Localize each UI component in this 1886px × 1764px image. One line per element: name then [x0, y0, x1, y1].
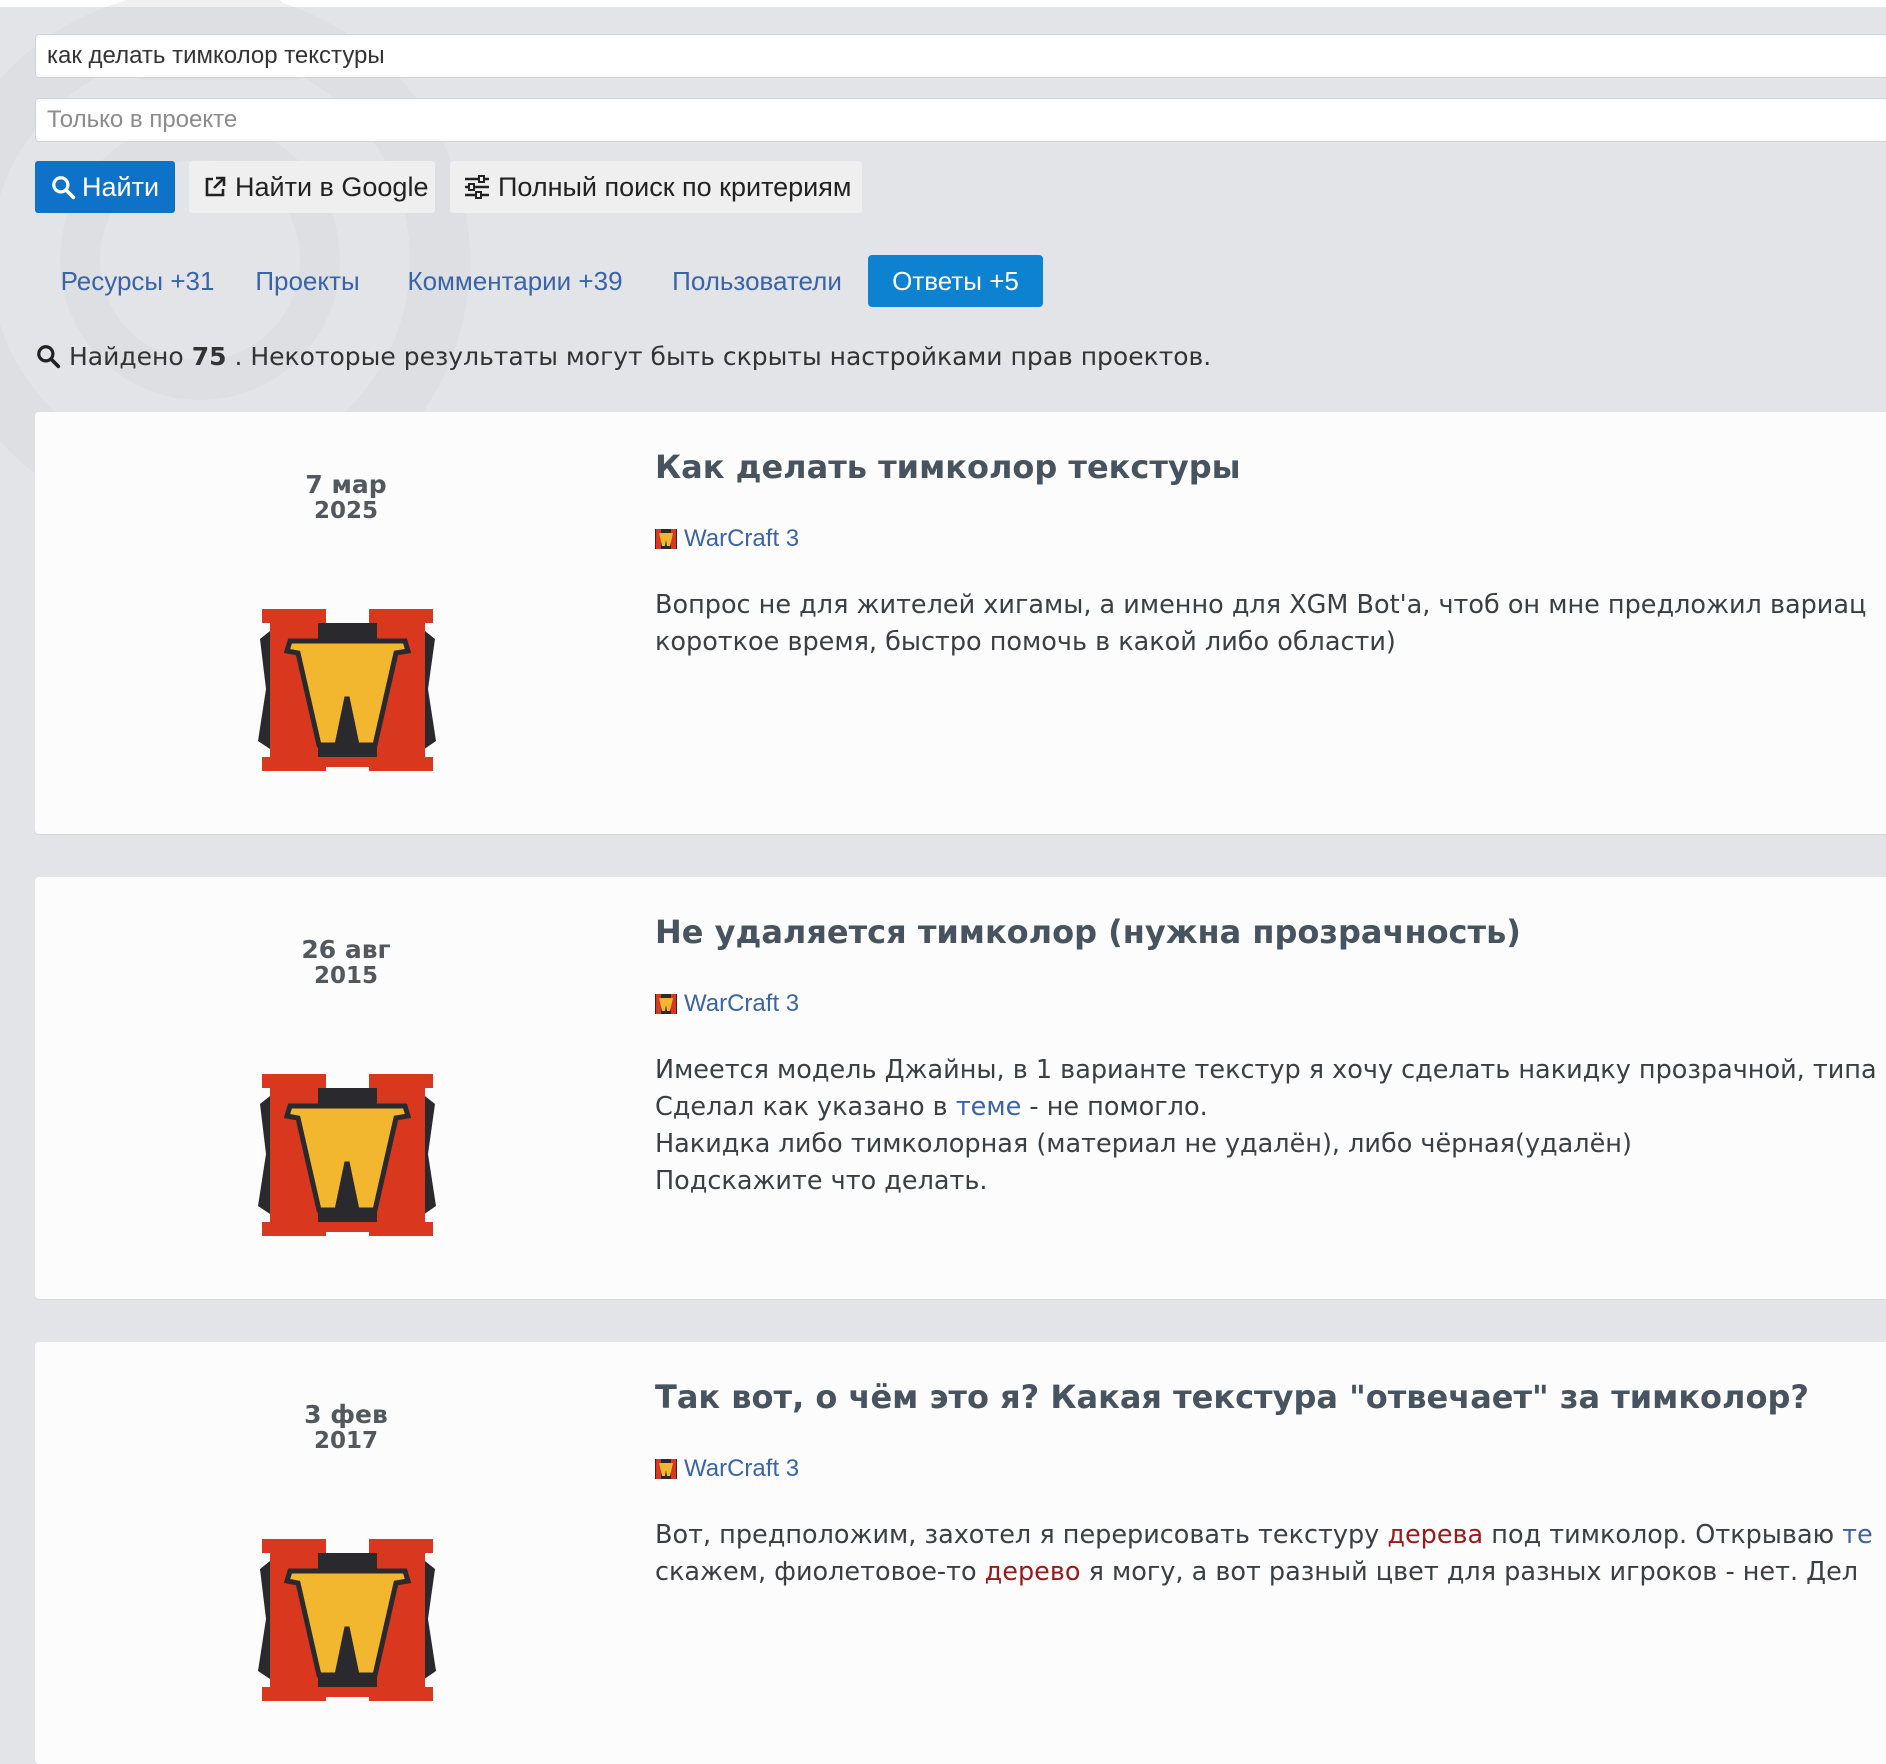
result-card: 7 мар 2025 Как делать тимколор текстуры … — [35, 412, 1886, 834]
external-link-icon — [205, 176, 226, 197]
sliders-icon — [465, 175, 489, 199]
warcraft3-small-icon — [655, 529, 677, 549]
tab-users[interactable]: Пользователи — [652, 255, 862, 307]
warcraft3-logo-icon[interactable] — [250, 1539, 445, 1701]
summary-prefix: Найдено — [69, 341, 184, 371]
find-button[interactable]: Найти — [35, 161, 175, 213]
result-snippet: Вот, предположим, захотел я перерисовать… — [655, 1517, 1886, 1591]
result-card: 26 авг 2015 Не удаляется тимколор (нужна… — [35, 877, 1886, 1299]
snippet-line: Имеется модель Джайны, в 1 варианте текс… — [655, 1055, 1877, 1085]
tab-answers[interactable]: Ответы +5 — [868, 255, 1043, 307]
full-search-label: Полный поиск по критериям — [498, 171, 852, 202]
warcraft3-logo-icon[interactable] — [250, 1074, 445, 1236]
result-project-link[interactable]: WarCraft 3 — [655, 1454, 799, 1484]
result-date-day: 7 мар — [305, 470, 387, 499]
result-card: 3 фев 2017 Так вот, о чём это я? Какая т… — [35, 1342, 1886, 1764]
project-filter-input[interactable] — [35, 98, 1886, 142]
snippet-line: Вопрос не для жителей хигамы, а именно д… — [655, 590, 1867, 620]
snippet-text: - не помогло. — [1021, 1092, 1208, 1122]
tab-resources[interactable]: Ресурсы +31 — [41, 255, 234, 307]
snippet-text: я могу, а вот разный цвет для разных игр… — [1080, 1557, 1859, 1587]
google-search-label: Найти в Google — [235, 171, 429, 202]
warcraft3-small-icon — [655, 994, 677, 1014]
highlight-word[interactable]: дерево — [985, 1557, 1081, 1587]
result-date-day: 3 фев — [304, 1400, 388, 1429]
result-project-name: WarCraft 3 — [684, 990, 800, 1017]
result-project-link[interactable]: WarCraft 3 — [655, 524, 799, 554]
topic-link[interactable]: теме — [956, 1092, 1021, 1122]
tab-comments[interactable]: Комментарии +39 — [386, 255, 644, 307]
snippet-link[interactable]: те — [1842, 1520, 1873, 1550]
results-summary: Найдено 75 . Некоторые результаты могут … — [35, 338, 1211, 374]
warcraft3-logo-icon[interactable] — [250, 609, 445, 771]
result-date-year: 2015 — [313, 963, 378, 989]
snippet-line: Сделал как указано в теме - не помогло. — [655, 1089, 1886, 1126]
result-date: 26 авг 2015 — [35, 935, 657, 990]
result-snippet: Вопрос не для жителей хигамы, а именно д… — [655, 587, 1886, 661]
snippet-text: скажем, фиолетовое-то — [655, 1557, 985, 1587]
snippet-line: Вот, предположим, захотел я перерисовать… — [655, 1517, 1886, 1554]
search-icon — [52, 176, 76, 200]
result-date-year: 2017 — [313, 1428, 378, 1454]
snippet-line: скажем, фиолетовое-то дерево я могу, а в… — [655, 1554, 1886, 1591]
find-button-label: Найти — [82, 171, 160, 202]
snippet-line: короткое время, быстро помочь в какой ли… — [655, 627, 1396, 657]
summary-suffix: . Некоторые результаты могут быть скрыты… — [234, 341, 1212, 371]
search-icon — [37, 345, 61, 369]
snippet-text: под тимколор. Открываю — [1483, 1520, 1843, 1550]
google-search-button[interactable]: Найти в Google — [189, 161, 435, 213]
summary-count: 75 — [191, 341, 227, 371]
search-input[interactable] — [35, 34, 1886, 78]
result-project-link[interactable]: WarCraft 3 — [655, 989, 799, 1019]
tab-projects[interactable]: Проекты — [240, 255, 375, 307]
result-title[interactable]: Так вот, о чём это я? Какая текстура "от… — [655, 1378, 1885, 1416]
warcraft3-small-icon — [655, 1459, 677, 1479]
full-search-button[interactable]: Полный поиск по критериям — [450, 161, 862, 213]
result-date-year: 2025 — [313, 498, 378, 524]
result-title[interactable]: Не удаляется тимколор (нужна прозрачност… — [655, 913, 1885, 951]
result-snippet: Имеется модель Джайны, в 1 варианте текс… — [655, 1052, 1886, 1200]
result-date-day: 26 авг — [301, 935, 391, 964]
snippet-line: Подскажите что делать. — [655, 1166, 988, 1196]
result-project-name: WarCraft 3 — [684, 1455, 800, 1482]
result-title[interactable]: Как делать тимколор текстуры — [655, 448, 1885, 486]
result-project-name: WarCraft 3 — [684, 525, 800, 552]
snippet-line: Накидка либо тимколорная (материал не уд… — [655, 1129, 1632, 1159]
snippet-text: Вот, предположим, захотел я перерисовать… — [655, 1520, 1388, 1550]
result-date: 3 фев 2017 — [35, 1400, 657, 1455]
snippet-text: Сделал как указано в — [655, 1092, 956, 1122]
highlight-word[interactable]: дерева — [1387, 1520, 1483, 1550]
result-date: 7 мар 2025 — [35, 470, 657, 525]
